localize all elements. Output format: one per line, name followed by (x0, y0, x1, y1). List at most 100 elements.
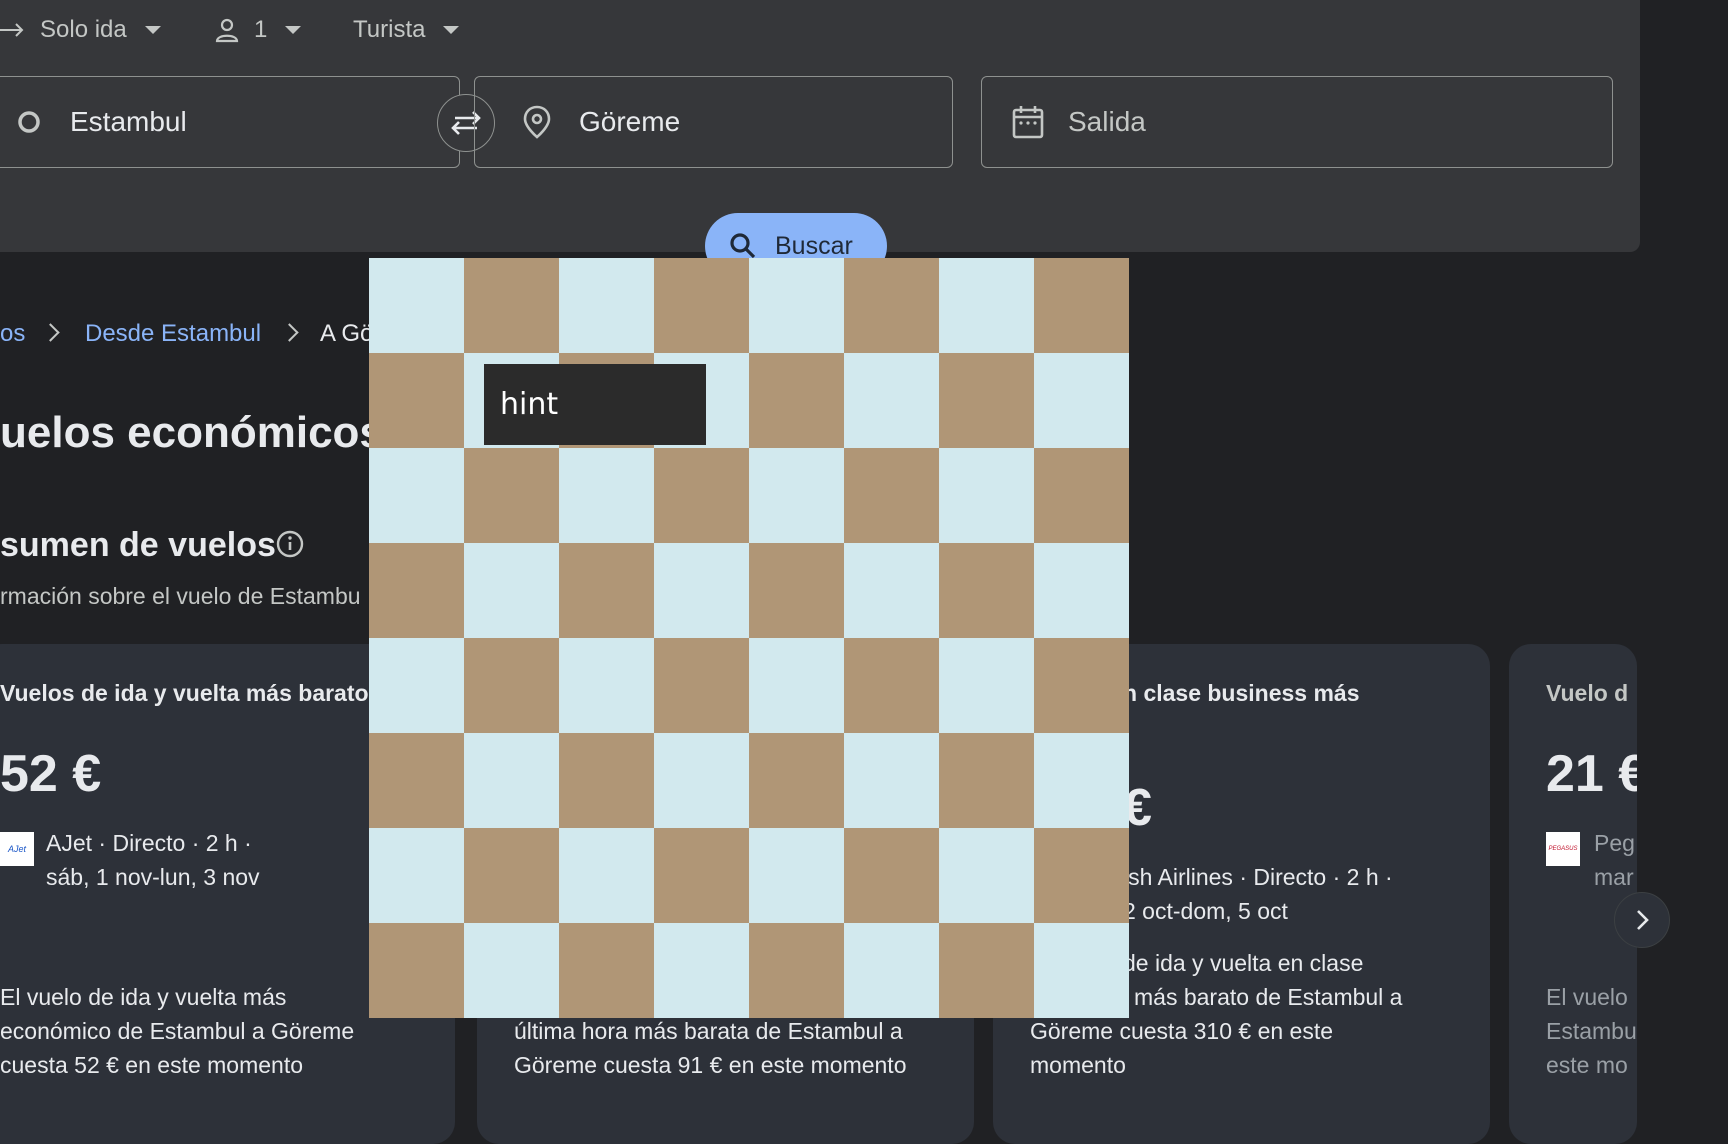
board-square[interactable] (559, 638, 654, 733)
board-square[interactable] (844, 258, 939, 353)
board-square[interactable] (654, 638, 749, 733)
arrow-right-icon (0, 23, 24, 37)
card-flight-info: Peg (1594, 830, 1635, 856)
board-square[interactable] (1034, 828, 1129, 923)
trip-type-select[interactable]: Solo ida (0, 12, 161, 48)
card-desc-line: de ida y vuelta en clase (1123, 950, 1364, 976)
board-square[interactable] (654, 733, 749, 828)
board-square[interactable] (1034, 543, 1129, 638)
board-square[interactable] (654, 448, 749, 543)
board-square[interactable] (939, 353, 1034, 448)
board-square[interactable] (654, 828, 749, 923)
board-square[interactable] (464, 638, 559, 733)
board-square[interactable] (654, 258, 749, 353)
board-square[interactable] (749, 828, 844, 923)
board-square[interactable] (369, 923, 464, 1018)
board-square[interactable] (1034, 258, 1129, 353)
board-square[interactable] (559, 258, 654, 353)
board-square[interactable] (1034, 448, 1129, 543)
board-square[interactable] (369, 638, 464, 733)
board-square[interactable] (1034, 923, 1129, 1018)
cabin-label: Turista (353, 16, 426, 43)
board-square[interactable] (844, 448, 939, 543)
board-square[interactable] (369, 828, 464, 923)
departure-field[interactable]: Salida (981, 76, 1613, 168)
chevron-right-icon (1637, 910, 1649, 930)
board-square[interactable] (654, 923, 749, 1018)
board-square[interactable] (464, 733, 559, 828)
board-square[interactable] (749, 638, 844, 733)
airline-logo: AJet (0, 832, 34, 866)
board-square[interactable] (559, 543, 654, 638)
board-square[interactable] (559, 828, 654, 923)
board-square[interactable] (464, 258, 559, 353)
checkerboard-overlay (369, 258, 1129, 1018)
board-square[interactable] (369, 353, 464, 448)
board-square[interactable] (844, 733, 939, 828)
card-desc-line: Göreme cuesta 310 € en este (1030, 1018, 1334, 1044)
card-flight-info: AJet · Directo · 2 h · (46, 830, 252, 856)
board-square[interactable] (559, 733, 654, 828)
board-square[interactable] (559, 448, 654, 543)
board-square[interactable] (464, 923, 559, 1018)
destination-field[interactable]: Göreme (474, 76, 953, 168)
board-square[interactable] (749, 923, 844, 1018)
chevron-down-icon (285, 26, 302, 34)
breadcrumb-current: A Gö (320, 320, 374, 347)
board-square[interactable] (749, 733, 844, 828)
board-square[interactable] (464, 543, 559, 638)
card-desc-line: momento (1030, 1052, 1126, 1078)
card-title: Vuelo d (1546, 680, 1629, 706)
board-square[interactable] (939, 828, 1034, 923)
breadcrumb-from[interactable]: Desde Estambul (85, 320, 261, 348)
passengers-select[interactable]: 1 (214, 12, 302, 48)
card-direct[interactable]: Vuelo d 21 € PEGASUS Peg mar El vuelo Es… (1509, 644, 1637, 1144)
board-square[interactable] (369, 733, 464, 828)
board-square[interactable] (844, 828, 939, 923)
trip-type-label: Solo ida (40, 16, 127, 43)
summary-heading: sumen de vuelos (0, 526, 276, 564)
search-icon (730, 233, 756, 259)
passengers-label: 1 (254, 16, 268, 43)
board-square[interactable] (369, 258, 464, 353)
board-square[interactable] (844, 353, 939, 448)
carousel-next-button[interactable] (1614, 892, 1670, 948)
destination-value: Göreme (579, 106, 681, 137)
origin-field[interactable]: Estambul (0, 76, 460, 168)
breadcrumb-prev[interactable]: os (0, 320, 25, 348)
board-square[interactable] (844, 543, 939, 638)
board-square[interactable] (939, 543, 1034, 638)
card-flight-info: ish Airlines · Directo · 2 h · (1123, 864, 1393, 890)
board-square[interactable] (749, 448, 844, 543)
board-square[interactable] (749, 353, 844, 448)
board-square[interactable] (749, 543, 844, 638)
info-icon[interactable] (276, 530, 304, 558)
summary-subtitle: rmación sobre el vuelo de Estambu (0, 583, 361, 609)
card-price: 52 € (0, 745, 102, 803)
hint-label: hint (484, 364, 706, 445)
card-desc-line: última hora más barata de Estambul a (514, 1018, 903, 1044)
card-desc-line: El vuelo (1546, 984, 1628, 1010)
board-square[interactable] (559, 923, 654, 1018)
board-square[interactable] (939, 638, 1034, 733)
board-square[interactable] (844, 638, 939, 733)
board-square[interactable] (654, 543, 749, 638)
board-square[interactable] (939, 733, 1034, 828)
airline-logo: PEGASUS (1546, 832, 1580, 866)
board-square[interactable] (464, 828, 559, 923)
board-square[interactable] (939, 448, 1034, 543)
board-square[interactable] (939, 258, 1034, 353)
card-desc-line: económico de Estambul a Göreme (0, 1018, 355, 1044)
board-square[interactable] (1034, 353, 1129, 448)
board-square[interactable] (369, 543, 464, 638)
board-square[interactable] (464, 448, 559, 543)
chevron-down-icon (443, 26, 460, 34)
board-square[interactable] (369, 448, 464, 543)
cabin-select[interactable]: Turista (353, 12, 460, 48)
board-square[interactable] (1034, 638, 1129, 733)
card-title: Vuelos de ida y vuelta más barato (0, 680, 369, 706)
board-square[interactable] (749, 258, 844, 353)
board-square[interactable] (1034, 733, 1129, 828)
board-square[interactable] (939, 923, 1034, 1018)
board-square[interactable] (844, 923, 939, 1018)
